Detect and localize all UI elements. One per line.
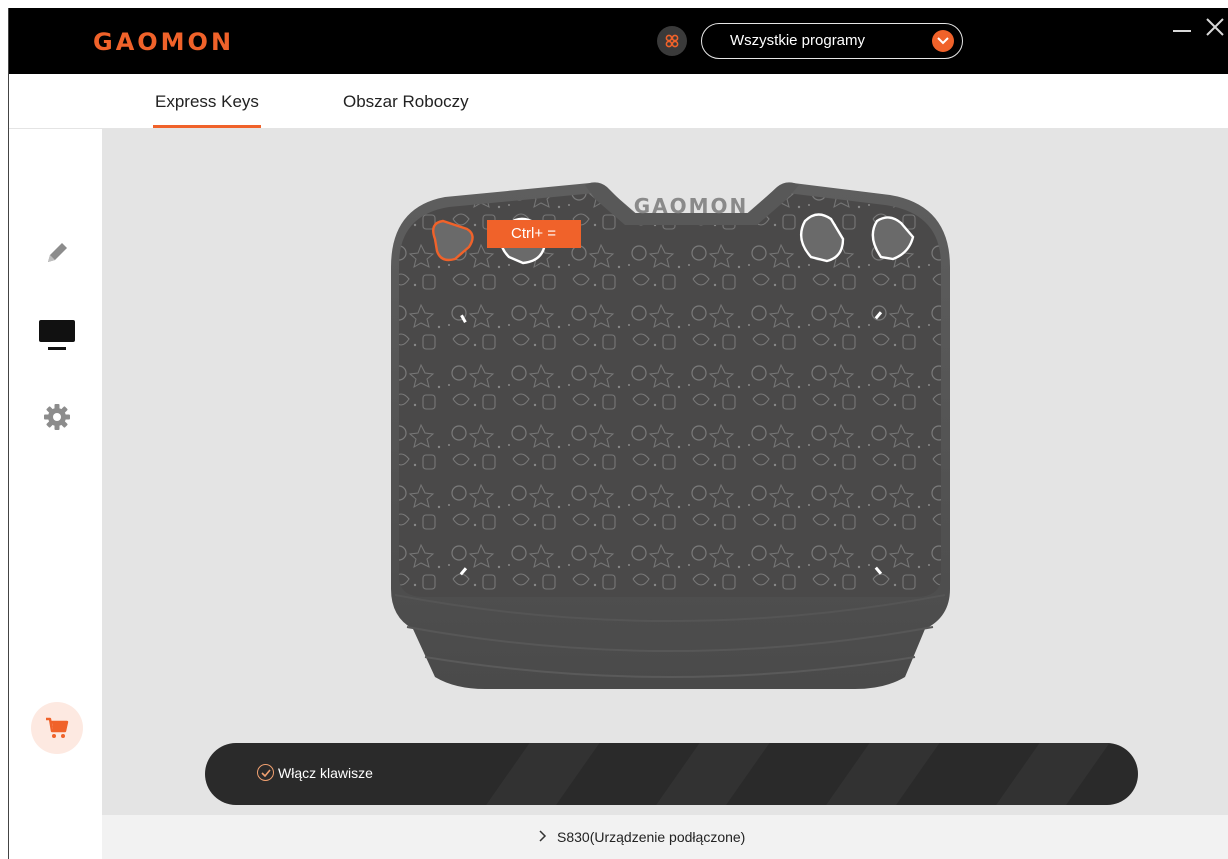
- logo-text: GAOMON: [93, 28, 234, 54]
- tablet-logo: GAOMON: [634, 194, 749, 218]
- device-footer: S830(Urządzenie podłączone): [102, 815, 1228, 859]
- device-status[interactable]: S830(Urządzenie podłączone): [539, 829, 745, 845]
- cart-icon[interactable]: [31, 702, 83, 754]
- pen-icon[interactable]: [37, 233, 77, 273]
- chevron-down-icon: [932, 30, 954, 52]
- enable-keys-bar: Włącz klawisze: [205, 743, 1138, 805]
- device-label: S830(Urządzenie podłączone): [557, 829, 746, 845]
- tab-obszar-roboczy[interactable]: Obszar Roboczy: [343, 92, 469, 112]
- monitor-icon[interactable]: [37, 315, 77, 355]
- gaomon-logo: GAOMON: [93, 28, 234, 54]
- program-select-value: Wszystkie programy: [730, 32, 866, 49]
- minimize-icon[interactable]: [1173, 30, 1191, 32]
- tab-bar: Express Keys Obszar Roboczy: [9, 74, 1228, 129]
- tab-express-keys[interactable]: Express Keys: [153, 92, 261, 128]
- close-icon[interactable]: [1206, 18, 1224, 39]
- check-icon: [257, 764, 274, 781]
- main-area: GAOMON Ctrl+ = Włącz klawisze: [102, 129, 1228, 815]
- sidebar: [9, 129, 102, 859]
- title-bar: GAOMON Wszystkie programy: [9, 8, 1228, 74]
- chevron-right-icon: [539, 829, 547, 845]
- app-window: GAOMON Wszystkie programy Express Keys O…: [8, 8, 1228, 859]
- enable-keys-checkbox[interactable]: Włącz klawisze: [257, 764, 373, 781]
- program-select[interactable]: Wszystkie programy: [701, 23, 963, 59]
- express-key-shortcut-label: Ctrl+ =: [487, 220, 581, 248]
- gear-icon[interactable]: [37, 397, 77, 437]
- apps-grid-icon[interactable]: [657, 26, 687, 56]
- enable-keys-label: Włącz klawisze: [278, 764, 373, 781]
- tablet-image: GAOMON: [391, 182, 950, 689]
